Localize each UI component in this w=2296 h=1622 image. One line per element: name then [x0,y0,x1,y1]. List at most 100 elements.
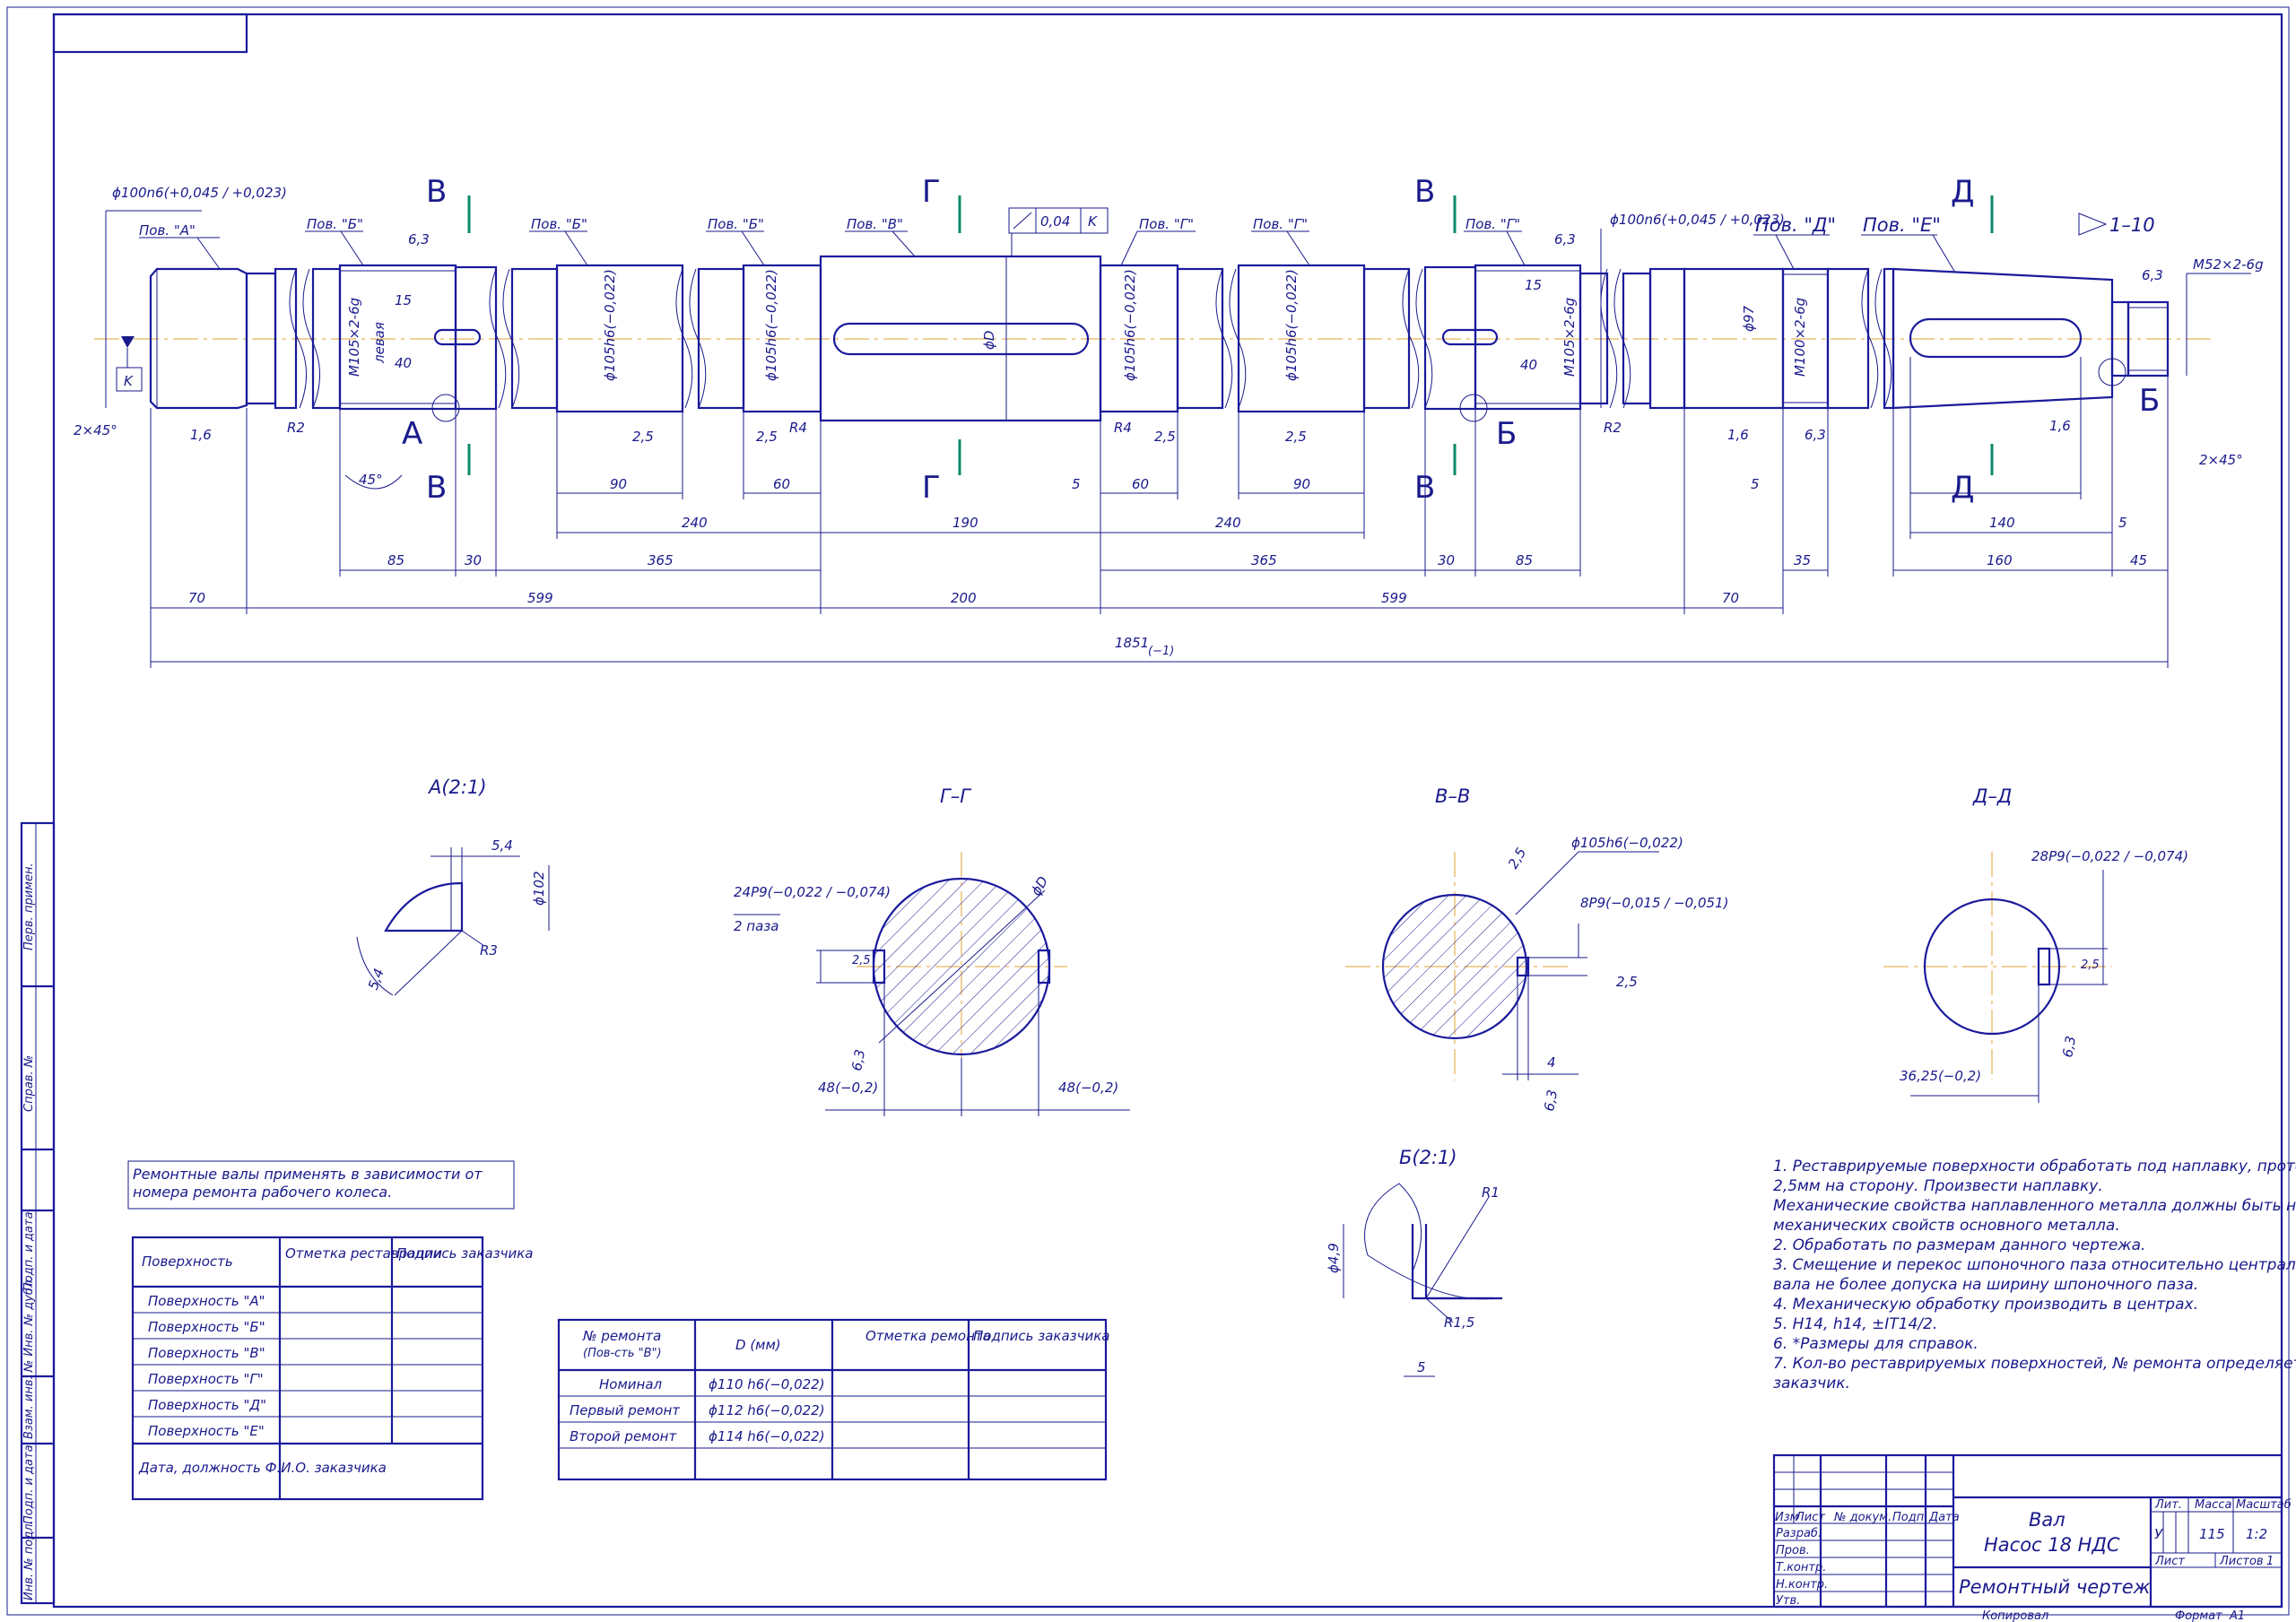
dim-total-tol: (−1) [1148,645,1174,658]
section-d-d: Д–Д 28P9(−0,022 / −0,074) 2,5 6,3 36,25(… [1883,785,2188,1103]
section-v-25b: 2,5 [1616,974,1638,990]
table2-row2-d: ϕ112 h6(−0,022) [709,1402,825,1418]
section-v-25a: 2,5 [1505,845,1530,872]
phi105-label-1: ϕ105h6(−0,022) [602,269,618,381]
tb-row-utv: Утв. [1776,1594,1800,1608]
detail-b-title: Б(2:1) [1399,1147,1457,1168]
dim-15-left: 15 [395,292,412,308]
section-d-25: 2,5 [2081,958,2100,972]
rough-63-3: 6,3 [2142,267,2163,283]
dim-5-3: 5 [2118,515,2127,531]
surface-b-label-2: Пов. "Б" [531,216,587,232]
tb-format-label: Формат [2175,1609,2222,1622]
section-d-63: 6,3 [2059,1035,2079,1059]
tb-sheets-label: Листов [2219,1555,2264,1568]
m105-label: M105×2-6g [346,298,362,377]
m52-label: M52×2-6g [2193,256,2264,273]
r4-left: R4 [789,420,807,436]
section-d-key: 28P9(−0,022 / −0,074) [2031,848,2188,864]
surface-e-label: Пов. "Е" [1863,214,1941,236]
rough-25-2: 2,5 [756,429,778,445]
section-d-title: Д–Д [1972,785,2012,807]
tb-col-doc: № докум. [1833,1511,1892,1524]
phi105-label-4: ϕ105h6(−0,022) [1283,269,1300,381]
remark-text: Ремонтные валы применять в зависимости о… [133,1166,483,1201]
tb-mass-label: Масса [2195,1498,2231,1512]
section-g-25: 2,5 [852,954,871,967]
tb-row-razrab: Разраб. [1776,1527,1822,1540]
section-v-phi: ϕ105h6(−0,022) [1571,835,1683,851]
tb-mass: 115 [2199,1526,2225,1542]
table1-row-e: Поверхность "Е" [148,1423,265,1439]
repair-table: № ремонта (Пов-сть "В") D (мм) Отметка р… [557,1318,1110,1481]
table1-row-v: Поверхность "В" [148,1345,265,1361]
tb-row-prov: Пров. [1776,1544,1810,1557]
section-letter-v2-top: В [1414,174,1435,210]
tb-row-tkontr: Т.контр. [1776,1561,1826,1574]
table1-header-sign: Подпись заказчика [396,1245,534,1262]
section-g-48b: 48(−0,2) [1058,1080,1118,1096]
surface-g-label-1: Пов. "Г" [1139,216,1194,232]
section-letter-d-bottom: Д [1951,470,1975,506]
detail-b-5: 5 [1417,1359,1426,1375]
rough-16-1: 1,6 [190,427,212,443]
rough-63-2: 6,3 [1554,231,1576,247]
table2-row3-name: Второй ремонт [570,1428,677,1444]
table2-header-mark: Отметка ремонта [865,1328,991,1344]
section-v-v: В–В ϕ105h6(−0,022) 2,5 8P9(−0,015 / −0,0… [1345,785,1728,1113]
dim-40-left: 40 [395,355,412,371]
detail-b-phi49: ϕ4,9 [1326,1243,1342,1273]
dim-60-1: 60 [773,476,790,492]
side-label-2: Справ. № [22,1055,36,1112]
m100-label: M100×2-6g [1792,298,1808,377]
dim-90-2: 90 [1293,476,1310,492]
note-line: механических свойств основного металла. [1773,1217,2120,1235]
tb-format: А1 [2229,1609,2245,1622]
section-g-63: 6,3 [848,1048,868,1072]
note-line: 1. Реставрируемые поверхности обработать… [1773,1158,2296,1175]
table1-footer: Дата, должность Ф.И.О. заказчика [138,1460,387,1476]
taper-label: 1–10 [2109,214,2155,236]
section-g-48a: 48(−0,2) [818,1080,878,1096]
phid-label: ϕD [981,331,997,350]
section-letter-v-bottom: В [426,470,447,506]
section-v-title: В–В [1435,785,1470,807]
tb-lit-label: Лит. [2154,1498,2182,1512]
r2-left: R2 [287,420,305,436]
note-line: вала не более допуска на ширину шпоночно… [1773,1276,2199,1294]
table2-header-d: D (мм) [735,1337,781,1353]
dim-45: 45 [2130,552,2147,568]
shaft-main-view: В В Г Г В В Д Д А Б Б Пов. "А" Пов. "Б" … [74,174,2264,668]
keyway-taper [1909,317,2083,359]
dim-total: 1851 [1115,635,1149,651]
rough-25-3: 2,5 [1154,429,1176,445]
table1-row-g: Поверхность "Г" [148,1371,264,1387]
tb-row-nkontr: Н.контр. [1776,1578,1828,1592]
r2-right: R2 [1604,420,1622,436]
surface-v-label: Пов. "В" [847,216,903,232]
section-g-g: Г–Г ϕD 24P9(−0,022 / −0,074) 2 паза 2,5 … [734,785,1130,1116]
detail-a: А(2:1) 5,4 ϕ102 R3 5,4 [356,776,550,996]
note-line: заказчик. [1773,1375,1850,1392]
surface-g-label-2: Пов. "Г" [1253,216,1308,232]
dim-30-1: 30 [465,552,482,568]
table1-row-d: Поверхность "Д" [148,1397,266,1413]
tb-scale-label: Масштаб [2236,1498,2292,1512]
m105-right-label: M105×2-6g [1561,298,1578,377]
dim-240-2: 240 [1215,515,1241,531]
tb-sheet-label: Лист [2154,1555,2185,1568]
phi100n6-label-left: ϕ100n6(+0,045 / +0,023) [112,185,287,201]
detail-letter-b1: Б [1496,416,1517,452]
dim-599-1: 599 [527,590,553,606]
rough-16-2: 1,6 [1727,427,1749,443]
chamfer-left: 2×45° [74,422,117,438]
dim-5-1: 5 [1072,476,1081,492]
technical-notes: 1. Реставрируемые поверхности обработать… [1773,1157,2296,1393]
table2-row1-d: ϕ110 h6(−0,022) [709,1376,825,1392]
section-v-key: 8P9(−0,015 / −0,051) [1580,895,1728,911]
surface-b-label-1: Пов. "Б" [307,216,363,232]
chamfer-right: 2×45° [2199,452,2243,468]
section-g-phid: ϕD [1028,873,1051,898]
rough-63-4: 6,3 [1805,427,1826,443]
note-line: 5. H14, h14, ±IT14/2. [1773,1315,1938,1333]
